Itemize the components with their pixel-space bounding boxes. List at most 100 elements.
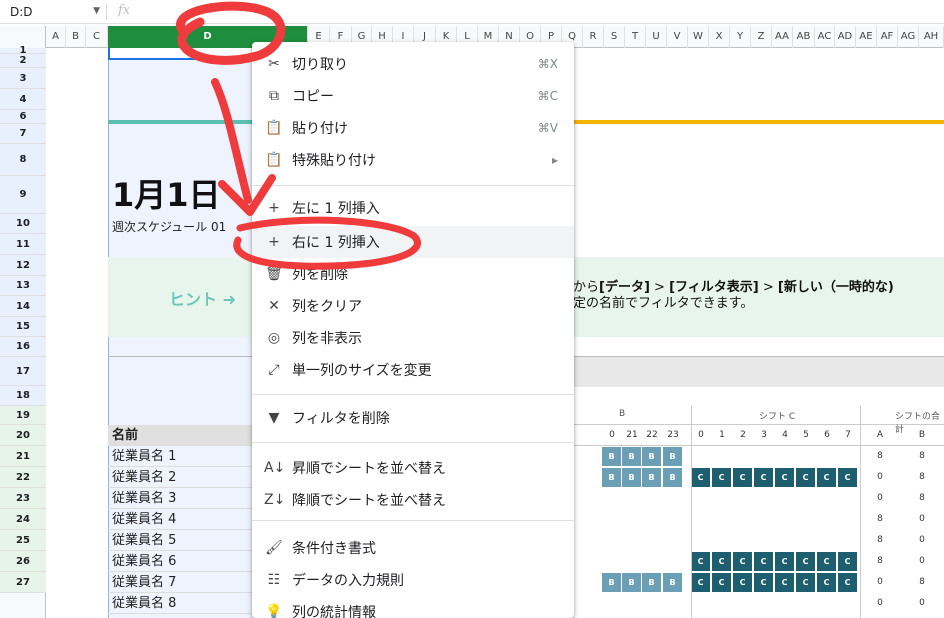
column-header-c[interactable]: C (86, 26, 108, 48)
column-header-b[interactable]: B (66, 26, 86, 48)
shift-cell[interactable]: C (754, 573, 773, 592)
row-header-4[interactable]: 4 (0, 89, 46, 110)
row-header-24[interactable]: 24 (0, 509, 46, 530)
shift-cell[interactable]: C (733, 552, 752, 571)
shift-cell[interactable]: B (622, 447, 641, 466)
menu-item[interactable]: ◎ 列を非表示 (252, 322, 574, 354)
column-header-r[interactable]: R (583, 26, 604, 48)
shift-cell[interactable]: B (663, 447, 682, 466)
menu-item[interactable]: ✂ 切り取り ⌘X (252, 48, 574, 80)
shift-cell[interactable]: B (602, 468, 621, 487)
column-header-x[interactable]: X (709, 26, 730, 48)
row-header-17[interactable]: 17 (0, 357, 46, 386)
row-header-15[interactable]: 15 (0, 317, 46, 337)
shift-cell[interactable]: C (838, 468, 857, 487)
row-header-10[interactable]: 10 (0, 214, 46, 234)
column-header-ag[interactable]: AG (898, 26, 919, 48)
menu-item[interactable]: ⧉ コピー ⌘C (252, 80, 574, 112)
row-header-23[interactable]: 23 (0, 488, 46, 509)
menu-item[interactable]: ☷ データの入力規則 (252, 564, 574, 596)
shift-cell[interactable]: C (754, 468, 773, 487)
shift-cell[interactable]: C (796, 468, 815, 487)
menu-item[interactable]: ⤢ 単一列のサイズを変更 (252, 354, 574, 386)
shift-cell[interactable]: B (602, 447, 621, 466)
menu-item[interactable]: 💡 列の統計情報 (252, 596, 574, 618)
row-header-25[interactable]: 25 (0, 530, 46, 551)
chevron-down-icon[interactable]: ▼ (93, 6, 100, 16)
shift-cell[interactable]: C (817, 468, 836, 487)
shift-cell[interactable]: C (817, 552, 836, 571)
column-header-ac[interactable]: AC (815, 26, 835, 48)
row-header-9[interactable]: 9 (0, 176, 46, 214)
column-header-t[interactable]: T (625, 26, 646, 48)
row-header-19[interactable]: 19 (0, 406, 46, 425)
column-header-v[interactable]: V (667, 26, 688, 48)
column-header-aa[interactable]: AA (772, 26, 793, 48)
menu-item[interactable]: ✕ 列をクリア (252, 290, 574, 322)
total-value: 0 (877, 598, 883, 608)
menu-item[interactable]: 🗑 列を削除 (252, 258, 574, 290)
row-header-7[interactable]: 7 (0, 124, 46, 144)
menu-item[interactable]: + 左に 1 列挿入 (252, 192, 574, 224)
row-header-2[interactable]: 2 (0, 54, 46, 68)
name-box[interactable]: D:D ▼ (4, 2, 102, 22)
shift-cell[interactable]: B (642, 447, 661, 466)
shift-cell[interactable]: C (754, 552, 773, 571)
column-header-u[interactable]: U (646, 26, 667, 48)
shift-cell[interactable]: C (712, 573, 731, 592)
row-header-26[interactable]: 26 (0, 551, 46, 572)
shift-cell[interactable]: C (796, 573, 815, 592)
row-header-11[interactable]: 11 (0, 234, 46, 255)
row-header-20[interactable]: 20 (0, 425, 46, 446)
shift-cell[interactable]: B (622, 573, 641, 592)
shift-cell[interactable]: C (775, 468, 794, 487)
column-header-z[interactable]: Z (751, 26, 772, 48)
menu-item[interactable]: 🖌 条件付き書式 (252, 532, 574, 564)
shift-cell[interactable]: C (691, 552, 710, 571)
column-header-a[interactable]: A (46, 26, 66, 48)
shift-cell[interactable]: C (838, 573, 857, 592)
row-header-13[interactable]: 13 (0, 276, 46, 296)
column-header-ah[interactable]: AH (919, 26, 944, 48)
shift-cell[interactable]: C (817, 573, 836, 592)
shift-cell[interactable]: C (712, 468, 731, 487)
column-header-ab[interactable]: AB (793, 26, 815, 48)
row-header-16[interactable]: 16 (0, 337, 46, 357)
shift-cell[interactable]: B (642, 468, 661, 487)
column-header-af[interactable]: AF (877, 26, 898, 48)
row-header-21[interactable]: 21 (0, 446, 46, 467)
shift-cell[interactable]: B (642, 573, 661, 592)
menu-item[interactable]: ▼ フィルタを削除 (252, 402, 574, 434)
row-header-14[interactable]: 14 (0, 296, 46, 317)
shift-cell[interactable]: C (712, 552, 731, 571)
shift-cell[interactable]: C (775, 573, 794, 592)
row-header-27[interactable]: 27 (0, 572, 46, 593)
column-header-ae[interactable]: AE (856, 26, 877, 48)
shift-cell[interactable]: C (733, 573, 752, 592)
shift-cell[interactable]: B (663, 468, 682, 487)
row-header-6[interactable]: 6 (0, 110, 46, 124)
row-header-3[interactable]: 3 (0, 68, 46, 89)
shift-cell[interactable]: C (796, 552, 815, 571)
shift-cell[interactable]: B (602, 573, 621, 592)
menu-item[interactable]: 📋 特殊貼り付け ▸ (252, 144, 574, 176)
shift-cell[interactable]: C (691, 468, 710, 487)
row-header-18[interactable]: 18 (0, 386, 46, 406)
menu-item[interactable]: 📋 貼り付け ⌘V (252, 112, 574, 144)
shift-cell[interactable]: B (663, 573, 682, 592)
shift-cell[interactable]: C (691, 573, 710, 592)
shift-cell[interactable]: C (733, 468, 752, 487)
shift-cell[interactable]: C (775, 552, 794, 571)
row-header-8[interactable]: 8 (0, 144, 46, 176)
column-header-s[interactable]: S (604, 26, 625, 48)
menu-item[interactable]: A↓ 昇順でシートを並べ替え (252, 452, 574, 484)
menu-item[interactable]: Z↓ 降順でシートを並べ替え (252, 484, 574, 516)
column-header-y[interactable]: Y (730, 26, 751, 48)
row-header-22[interactable]: 22 (0, 467, 46, 488)
row-header-12[interactable]: 12 (0, 255, 46, 276)
shift-cell[interactable]: C (838, 552, 857, 571)
column-header-ad[interactable]: AD (835, 26, 856, 48)
menu-item[interactable]: + 右に 1 列挿入 (252, 226, 574, 258)
shift-cell[interactable]: B (622, 468, 641, 487)
column-header-w[interactable]: W (688, 26, 709, 48)
